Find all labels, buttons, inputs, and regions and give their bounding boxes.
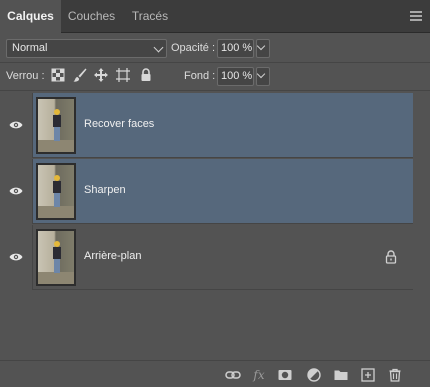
blend-mode-select[interactable]: Normal bbox=[6, 39, 167, 58]
tab-traces[interactable]: Tracés bbox=[122, 0, 178, 33]
layer-name: Sharpen bbox=[84, 184, 126, 196]
opacity-input[interactable]: 100 % bbox=[217, 39, 254, 58]
brush-lock-icon[interactable] bbox=[72, 67, 88, 83]
artboard-lock-icon[interactable] bbox=[115, 67, 131, 83]
divider bbox=[0, 90, 430, 91]
tab-bar: Calques Couches Tracés bbox=[0, 0, 430, 34]
layers-footer-toolbar: fx bbox=[0, 360, 430, 387]
layer-name: Recover faces bbox=[84, 118, 155, 130]
layer-thumbnail bbox=[36, 97, 76, 154]
chevron-down-icon bbox=[256, 41, 266, 51]
fill-label: Fond : bbox=[184, 70, 216, 82]
visibility-toggle[interactable] bbox=[0, 93, 33, 158]
mask-icon[interactable] bbox=[277, 367, 293, 383]
lock-label: Verrou : bbox=[6, 70, 45, 82]
fill-dropdown[interactable] bbox=[256, 67, 270, 86]
padlock-icon[interactable] bbox=[138, 67, 154, 83]
layer-thumbnail bbox=[36, 229, 76, 286]
layer-row[interactable]: Arrière-plan bbox=[0, 225, 413, 290]
fill-input[interactable]: 100 % bbox=[217, 67, 254, 86]
opacity-dropdown[interactable] bbox=[256, 39, 270, 58]
layers-panel: Calques Couches Tracés Normal Opacité : … bbox=[0, 0, 430, 387]
layers-list: Recover faces Sharpen Arrière-plan bbox=[0, 92, 430, 359]
layer-name: Arrière-plan bbox=[84, 250, 142, 262]
divider bbox=[0, 62, 430, 63]
opacity-label: Opacité : bbox=[171, 42, 216, 54]
folder-icon[interactable] bbox=[333, 367, 349, 383]
layer-thumbnail bbox=[36, 163, 76, 220]
fx-icon[interactable]: fx bbox=[251, 367, 267, 383]
visibility-toggle[interactable] bbox=[0, 225, 33, 290]
layer-row[interactable]: Sharpen bbox=[0, 159, 413, 224]
transparency-lock-icon[interactable] bbox=[50, 67, 66, 83]
eye-icon bbox=[9, 120, 23, 130]
tab-calques[interactable]: Calques bbox=[0, 0, 61, 34]
move-lock-icon[interactable] bbox=[93, 67, 109, 83]
eye-icon bbox=[9, 186, 23, 196]
chevron-down-icon bbox=[256, 69, 266, 79]
chevron-down-icon bbox=[153, 42, 164, 53]
panel-menu-icon[interactable] bbox=[410, 11, 422, 21]
link-icon[interactable] bbox=[225, 367, 241, 383]
layer-lock-icon bbox=[385, 250, 397, 264]
eye-icon bbox=[9, 252, 23, 262]
adjustment-icon[interactable] bbox=[306, 367, 322, 383]
new-layer-icon[interactable] bbox=[360, 367, 376, 383]
visibility-toggle[interactable] bbox=[0, 159, 33, 224]
trash-icon[interactable] bbox=[387, 367, 403, 383]
layer-row[interactable]: Recover faces bbox=[0, 93, 413, 158]
blend-mode-value: Normal bbox=[12, 42, 48, 54]
tab-couches[interactable]: Couches bbox=[61, 0, 122, 33]
